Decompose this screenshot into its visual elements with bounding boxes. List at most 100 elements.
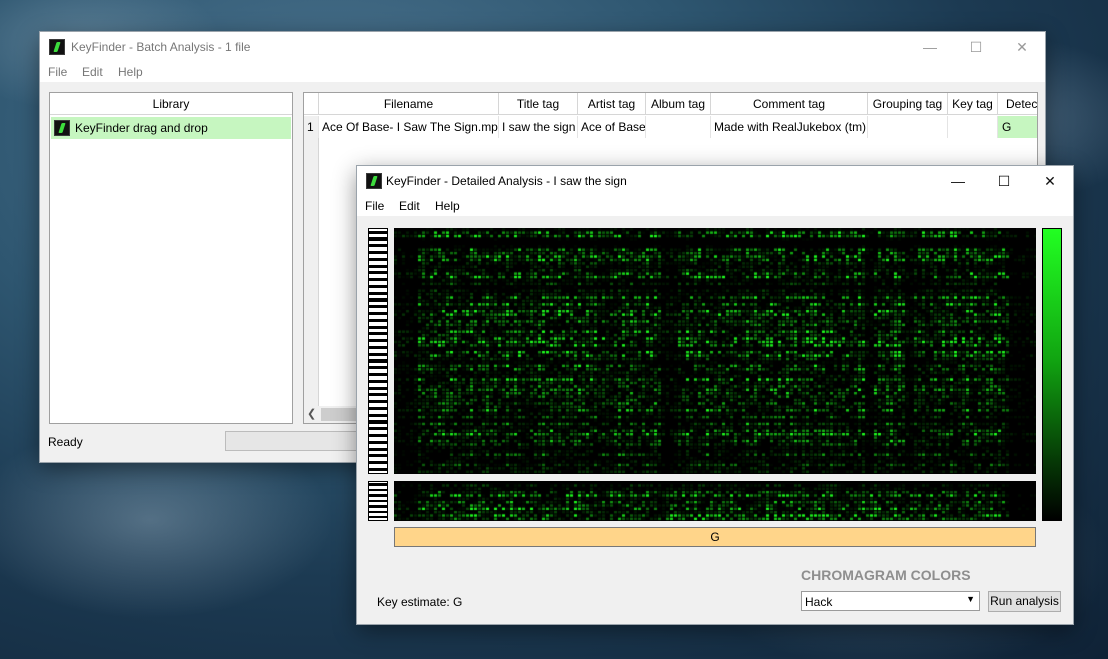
chromagram-colors-heading: CHROMAGRAM COLORS <box>801 567 971 583</box>
color-scheme-value: Hack <box>805 595 833 609</box>
row-number: 1 <box>304 116 319 138</box>
column-header-title[interactable]: Title tag <box>499 93 578 115</box>
color-scheme-select[interactable]: Hack ▼ <box>801 591 980 611</box>
piano-black-key <box>369 264 387 268</box>
piano-black-key <box>369 359 387 363</box>
piano-black-key <box>369 339 387 343</box>
batch-menubar: File Edit Help <box>40 62 1045 82</box>
chromagram-main[interactable] <box>394 228 1036 474</box>
piano-black-key <box>369 420 387 424</box>
library-item[interactable]: KeyFinder drag and drop <box>51 117 291 139</box>
cell-detected[interactable]: G <box>998 116 1037 138</box>
piano-black-key <box>369 447 387 451</box>
piano-black-key <box>369 499 387 503</box>
column-header-album[interactable]: Album tag <box>646 93 711 115</box>
column-header-comment[interactable]: Comment tag <box>711 93 868 115</box>
key-estimate-text: Key estimate: G <box>377 595 463 609</box>
piano-black-key <box>369 325 387 329</box>
key-segment-label: G <box>710 530 720 544</box>
minimize-button[interactable]: — <box>935 166 981 196</box>
piano-black-key <box>369 257 387 261</box>
cell-album[interactable] <box>646 116 711 138</box>
progress-bar <box>225 431 367 451</box>
cell-artist[interactable]: Ace of Base <box>578 116 646 138</box>
detail-window-title: KeyFinder - Detailed Analysis - I saw th… <box>386 174 627 188</box>
minimize-button[interactable]: — <box>907 32 953 62</box>
maximize-button[interactable]: ☐ <box>981 166 1027 196</box>
piano-black-key <box>369 291 387 295</box>
color-scale-legend <box>1042 228 1062 521</box>
piano-black-key <box>369 244 387 248</box>
run-analysis-label: Run analysis <box>990 594 1059 608</box>
cell-grouping[interactable] <box>868 116 948 138</box>
library-header[interactable]: Library <box>50 93 292 115</box>
column-header-detected[interactable]: Detec <box>998 93 1037 115</box>
detail-menubar: File Edit Help <box>357 196 1073 216</box>
piano-black-key <box>369 366 387 370</box>
run-analysis-button[interactable]: Run analysis <box>988 591 1061 612</box>
cell-comment[interactable]: Made with RealJukebox (tm) <box>711 116 868 138</box>
piano-black-key <box>369 284 387 288</box>
piano-black-key <box>369 494 387 497</box>
piano-black-key <box>369 461 387 465</box>
scroll-left-icon[interactable]: ❮ <box>307 407 316 420</box>
piano-black-key <box>369 386 387 390</box>
column-header-key[interactable]: Key tag <box>948 93 998 115</box>
detail-titlebar[interactable]: KeyFinder - Detailed Analysis - I saw th… <box>357 166 1073 196</box>
piano-black-key <box>369 483 387 486</box>
close-button[interactable]: ✕ <box>999 32 1045 62</box>
piano-black-key <box>369 373 387 377</box>
piano-black-key <box>369 345 387 349</box>
status-text: Ready <box>48 435 83 449</box>
piano-black-key <box>369 271 387 275</box>
batch-window-title: KeyFinder - Batch Analysis - 1 file <box>71 40 251 54</box>
row-number-header <box>304 93 319 115</box>
menu-help[interactable]: Help <box>435 199 460 213</box>
chromagram-summary[interactable] <box>394 481 1036 521</box>
piano-black-key <box>369 515 387 519</box>
cell-key[interactable] <box>948 116 998 138</box>
column-header-artist[interactable]: Artist tag <box>578 93 646 115</box>
piano-black-key <box>369 332 387 336</box>
library-item-label: KeyFinder drag and drop <box>75 121 208 135</box>
piano-black-key <box>369 510 387 513</box>
piano-keyboard-summary <box>368 481 388 521</box>
piano-black-key <box>369 440 387 444</box>
piano-black-key <box>369 505 387 508</box>
piano-black-key <box>369 379 387 383</box>
piano-black-key <box>369 454 387 458</box>
cell-filename[interactable]: Ace Of Base- I Saw The Sign.mp3 <box>319 116 499 138</box>
cell-title[interactable]: I saw the sign <box>499 116 578 138</box>
piano-black-key <box>369 312 387 316</box>
piano-black-key <box>369 318 387 322</box>
menu-file[interactable]: File <box>48 65 67 79</box>
piano-black-key <box>369 278 387 282</box>
piano-black-key <box>369 305 387 309</box>
piano-black-key <box>369 400 387 404</box>
piano-black-key <box>369 237 387 241</box>
column-header-grouping[interactable]: Grouping tag <box>868 93 948 115</box>
close-button[interactable]: ✕ <box>1027 166 1073 196</box>
column-header-filename[interactable]: Filename <box>319 93 499 115</box>
piano-keyboard-main <box>368 228 388 474</box>
menu-edit[interactable]: Edit <box>399 199 420 213</box>
piano-black-key <box>369 298 387 302</box>
detailed-analysis-window: KeyFinder - Detailed Analysis - I saw th… <box>357 166 1073 624</box>
piano-black-key <box>369 488 387 492</box>
batch-titlebar[interactable]: KeyFinder - Batch Analysis - 1 file — ☐ … <box>40 32 1045 62</box>
key-segment-bar[interactable]: G <box>394 527 1036 547</box>
keyfinder-app-icon <box>366 173 382 189</box>
piano-black-key <box>369 393 387 397</box>
piano-black-key <box>369 413 387 417</box>
menu-help[interactable]: Help <box>118 65 143 79</box>
chevron-down-icon: ▼ <box>966 594 975 604</box>
piano-black-key <box>369 427 387 431</box>
piano-black-key <box>369 434 387 438</box>
library-panel: Library KeyFinder drag and drop <box>49 92 293 424</box>
maximize-button[interactable]: ☐ <box>953 32 999 62</box>
piano-black-key <box>369 352 387 356</box>
menu-file[interactable]: File <box>365 199 384 213</box>
piano-black-key <box>369 230 387 234</box>
row-number-gutter <box>304 138 319 408</box>
menu-edit[interactable]: Edit <box>82 65 103 79</box>
